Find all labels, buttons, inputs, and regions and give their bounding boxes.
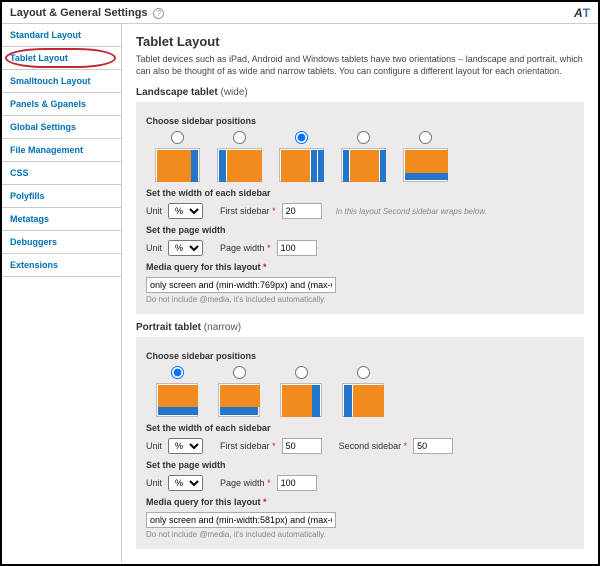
portrait-pagewidth-heading: Set the page width bbox=[146, 460, 574, 470]
portrait-width-row: Unit % First sidebar * Second sidebar * bbox=[146, 438, 574, 454]
header-title-wrap: Layout & General Settings ? bbox=[10, 7, 164, 19]
landscape-radio-3[interactable] bbox=[295, 131, 308, 144]
landscape-pagewidth-row: Unit % Page width * bbox=[146, 240, 574, 256]
sidebar-item-file-management[interactable]: File Management bbox=[2, 139, 121, 162]
portrait-choose-label: Choose sidebar positions bbox=[146, 351, 574, 361]
landscape-pagewidth-heading: Set the page width bbox=[146, 225, 574, 235]
content-title: Tablet Layout bbox=[136, 34, 584, 49]
portrait-radio-2[interactable] bbox=[233, 366, 246, 379]
landscape-choose-label: Choose sidebar positions bbox=[146, 116, 574, 126]
landscape-first-sb-label: First sidebar * bbox=[220, 206, 276, 216]
portrait-panel: Choose sidebar positions Set the width o… bbox=[136, 337, 584, 549]
layout-thumb-icon bbox=[403, 148, 448, 182]
landscape-media-heading: Media query for this layout * bbox=[146, 262, 574, 272]
portrait-opt-2[interactable] bbox=[208, 366, 270, 417]
portrait-first-sb-label: First sidebar * bbox=[220, 441, 276, 451]
portrait-opt-3[interactable] bbox=[270, 366, 332, 417]
vertical-tabs: Standard Layout Tablet Layout Smalltouch… bbox=[2, 24, 122, 562]
landscape-first-sb-input[interactable] bbox=[282, 203, 322, 219]
layout-thumb-icon bbox=[155, 148, 200, 182]
portrait-pagewidth-row: Unit % Page width * bbox=[146, 475, 574, 491]
landscape-opt-5[interactable] bbox=[394, 131, 456, 182]
page-body: Standard Layout Tablet Layout Smalltouch… bbox=[2, 24, 598, 562]
portrait-unit-label: Unit bbox=[146, 441, 162, 451]
info-icon[interactable]: ? bbox=[153, 8, 164, 19]
landscape-pagewidth-label: Page width * bbox=[220, 243, 271, 253]
landscape-unit-label: Unit bbox=[146, 206, 162, 216]
brand-logo: AT bbox=[574, 6, 590, 20]
landscape-heading: Landscape tablet (wide) bbox=[136, 87, 584, 98]
landscape-panel: Choose sidebar positions Set the width o… bbox=[136, 102, 584, 314]
landscape-sidebar-options bbox=[146, 131, 574, 182]
portrait-width-heading: Set the width of each sidebar bbox=[146, 423, 574, 433]
sidebar-item-polyfills[interactable]: Polyfills bbox=[2, 185, 121, 208]
portrait-first-sb-input[interactable] bbox=[282, 438, 322, 454]
landscape-radio-5[interactable] bbox=[419, 131, 432, 144]
landscape-radio-4[interactable] bbox=[357, 131, 370, 144]
page-header: Layout & General Settings ? AT bbox=[2, 2, 598, 24]
portrait-pagewidth-label: Page width * bbox=[220, 478, 271, 488]
portrait-heading: Portrait tablet (narrow) bbox=[136, 322, 584, 333]
sidebar-item-extensions[interactable]: Extensions bbox=[2, 254, 121, 277]
portrait-second-sb-input[interactable] bbox=[413, 438, 453, 454]
landscape-media-hint: Do not include @media, it's included aut… bbox=[146, 295, 574, 304]
portrait-media-hint: Do not include @media, it's included aut… bbox=[146, 530, 574, 539]
portrait-media-heading: Media query for this layout * bbox=[146, 497, 574, 507]
landscape-pagewidth-input[interactable] bbox=[277, 240, 317, 256]
portrait-opt-4[interactable] bbox=[332, 366, 394, 417]
landscape-media-input[interactable] bbox=[146, 277, 336, 293]
sidebar-item-smalltouch-layout[interactable]: Smalltouch Layout bbox=[2, 70, 121, 93]
portrait-second-sb-label: Second sidebar * bbox=[339, 441, 408, 451]
layout-thumb-icon bbox=[341, 148, 386, 182]
portrait-radio-4[interactable] bbox=[357, 366, 370, 379]
sidebar-item-metatags[interactable]: Metatags bbox=[2, 208, 121, 231]
portrait-media-input[interactable] bbox=[146, 512, 336, 528]
landscape-pagewidth-unit-select[interactable]: % bbox=[168, 240, 203, 256]
layout-thumb-icon bbox=[342, 383, 384, 417]
main-content: Tablet Layout Tablet devices such as iPa… bbox=[122, 24, 598, 562]
sidebar-item-tablet-layout[interactable]: Tablet Layout bbox=[2, 47, 121, 70]
portrait-pagewidth-input[interactable] bbox=[277, 475, 317, 491]
landscape-pagewidth-unit-label: Unit bbox=[146, 243, 162, 253]
layout-thumb-icon bbox=[218, 383, 260, 417]
landscape-opt-1[interactable] bbox=[146, 131, 208, 182]
portrait-pagewidth-unit-label: Unit bbox=[146, 478, 162, 488]
landscape-width-row: Unit % First sidebar * In this layout Se… bbox=[146, 203, 574, 219]
content-intro: Tablet devices such as iPad, Android and… bbox=[136, 53, 584, 77]
sidebar-item-global-settings[interactable]: Global Settings bbox=[2, 116, 121, 139]
portrait-unit-select[interactable]: % bbox=[168, 438, 203, 454]
portrait-opt-1[interactable] bbox=[146, 366, 208, 417]
landscape-width-heading: Set the width of each sidebar bbox=[146, 188, 574, 198]
landscape-unit-select[interactable]: % bbox=[168, 203, 203, 219]
portrait-pagewidth-unit-select[interactable]: % bbox=[168, 475, 203, 491]
layout-thumb-icon bbox=[217, 148, 262, 182]
portrait-sidebar-options bbox=[146, 366, 574, 417]
portrait-radio-1[interactable] bbox=[171, 366, 184, 379]
portrait-radio-3[interactable] bbox=[295, 366, 308, 379]
sidebar-item-panels-gpanels[interactable]: Panels & Gpanels bbox=[2, 93, 121, 116]
sidebar-item-debuggers[interactable]: Debuggers bbox=[2, 231, 121, 254]
landscape-opt-3[interactable] bbox=[270, 131, 332, 182]
layout-thumb-icon bbox=[279, 148, 324, 182]
landscape-width-hint: In this layout Second sidebar wraps belo… bbox=[336, 207, 487, 216]
sidebar-item-css[interactable]: CSS bbox=[2, 162, 121, 185]
landscape-opt-4[interactable] bbox=[332, 131, 394, 182]
layout-thumb-icon bbox=[156, 383, 198, 417]
sidebar-item-standard-layout[interactable]: Standard Layout bbox=[2, 24, 121, 47]
page-title: Layout & General Settings bbox=[10, 7, 148, 19]
layout-thumb-icon bbox=[280, 383, 322, 417]
landscape-opt-2[interactable] bbox=[208, 131, 270, 182]
landscape-radio-1[interactable] bbox=[171, 131, 184, 144]
landscape-radio-2[interactable] bbox=[233, 131, 246, 144]
